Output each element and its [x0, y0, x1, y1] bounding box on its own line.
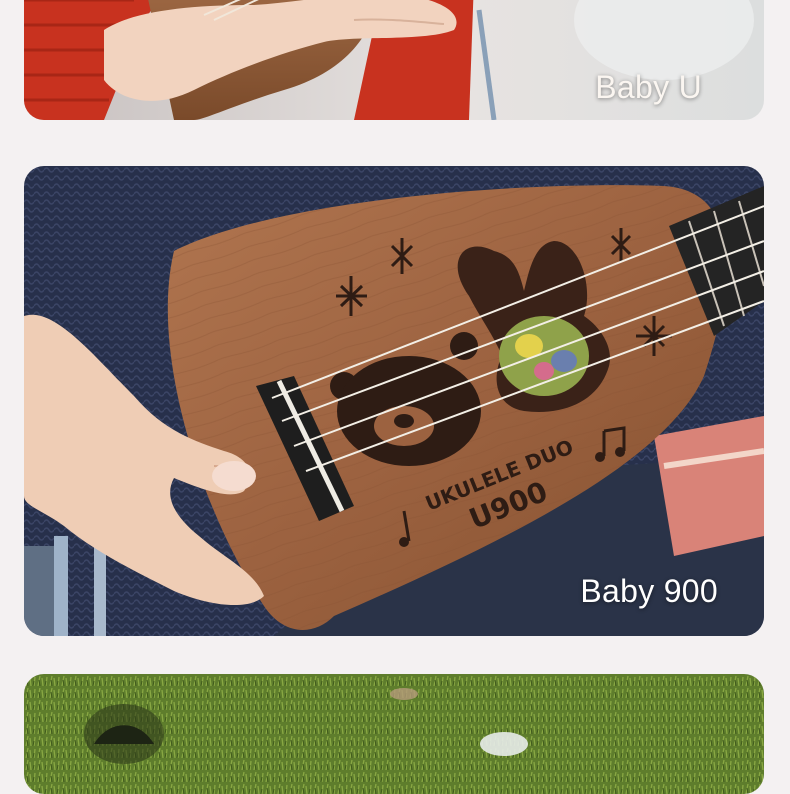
- card-label-baby-u: Baby U: [595, 69, 702, 105]
- baby-900-photo: UKULELE DUO U900: [24, 166, 764, 636]
- product-card-third[interactable]: [24, 674, 764, 794]
- product-card-baby-u[interactable]: Baby U: [24, 0, 764, 120]
- product-card-baby-900[interactable]: UKULELE DUO U900 Baby 900: [24, 166, 764, 636]
- grass-photo: [24, 674, 764, 794]
- card-label-baby-900: Baby 900: [580, 573, 718, 609]
